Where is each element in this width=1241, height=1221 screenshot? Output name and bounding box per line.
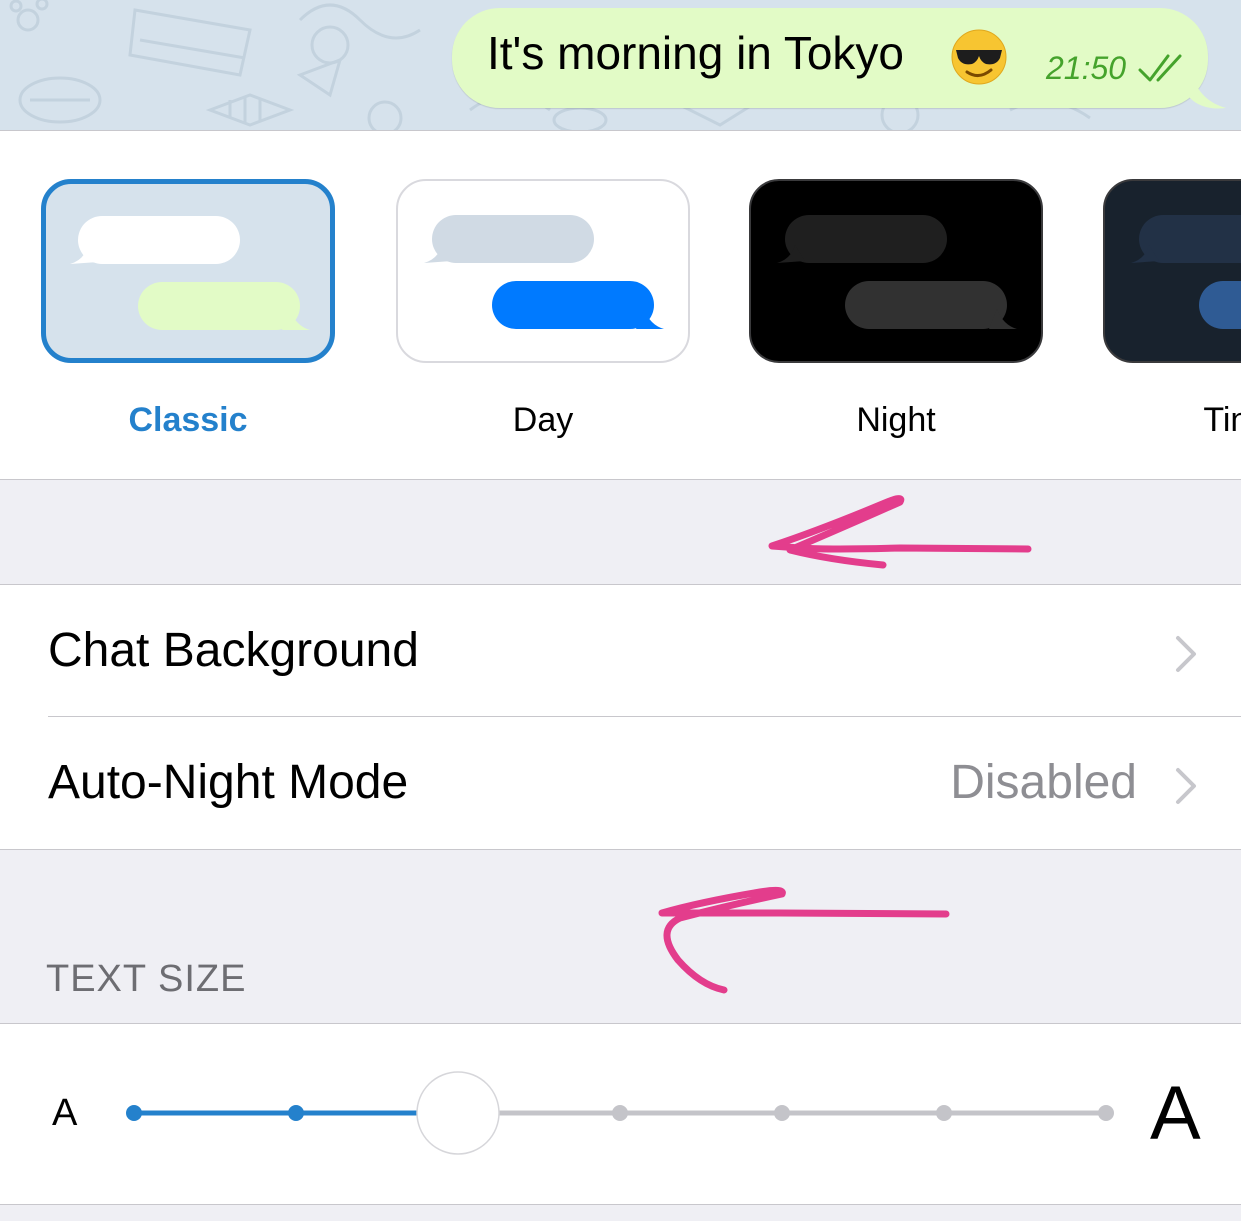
theme-classic-preview [41, 179, 335, 363]
auto-night-mode-value: Disabled [950, 756, 1137, 809]
slider-step-4 [612, 1105, 628, 1121]
theme-picker: Classic Day Night Ti [0, 131, 1241, 480]
slider-step-1 [126, 1105, 142, 1121]
text-size-slider-row: A A [0, 1023, 1241, 1205]
theme-night[interactable]: Night [749, 179, 1043, 459]
theme-night-label: Night [856, 401, 936, 439]
annotation-arrow-2 [658, 886, 950, 994]
theme-tinted-label: Tinted [1203, 401, 1241, 439]
slider-step-2 [288, 1105, 304, 1121]
appearance-settings-list: Chat Background Auto-Night Mode Disabled [0, 584, 1241, 850]
auto-night-mode-row[interactable]: Auto-Night Mode Disabled [0, 717, 1241, 849]
slider-step-7 [1098, 1105, 1114, 1121]
chat-background-label: Chat Background [48, 624, 419, 677]
theme-day[interactable]: Day [396, 179, 690, 459]
theme-tinted-preview [1103, 179, 1241, 363]
auto-night-mode-label: Auto-Night Mode [48, 756, 409, 809]
double-check-icon [1138, 54, 1182, 82]
theme-day-label: Day [512, 401, 574, 439]
slider-step-5 [774, 1105, 790, 1121]
annotation-arrow-1 [768, 495, 1032, 569]
message-time: 21:50 [1046, 50, 1127, 86]
theme-night-preview [749, 179, 1043, 363]
text-size-section-header: TEXT SIZE [46, 958, 247, 1000]
message-text: It's morning in Tokyo [487, 27, 905, 79]
bubble-tail [1190, 62, 1226, 109]
theme-day-preview [396, 179, 690, 363]
slider-step-6 [936, 1105, 952, 1121]
sunglasses-emoji-icon [951, 29, 1007, 85]
chat-preview: It's morning in Tokyo 21:50 [0, 0, 1241, 131]
theme-classic[interactable]: Classic [41, 179, 335, 459]
text-size-slider[interactable] [0, 1024, 1241, 1204]
chat-background-row[interactable]: Chat Background [0, 585, 1241, 717]
chevron-right-icon [1176, 636, 1196, 672]
theme-classic-label: Classic [128, 401, 248, 439]
theme-tinted[interactable]: Tinted [1103, 179, 1241, 459]
chevron-right-icon [1176, 768, 1196, 804]
slider-thumb [416, 1071, 500, 1155]
large-text-label: A [1150, 1071, 1201, 1156]
